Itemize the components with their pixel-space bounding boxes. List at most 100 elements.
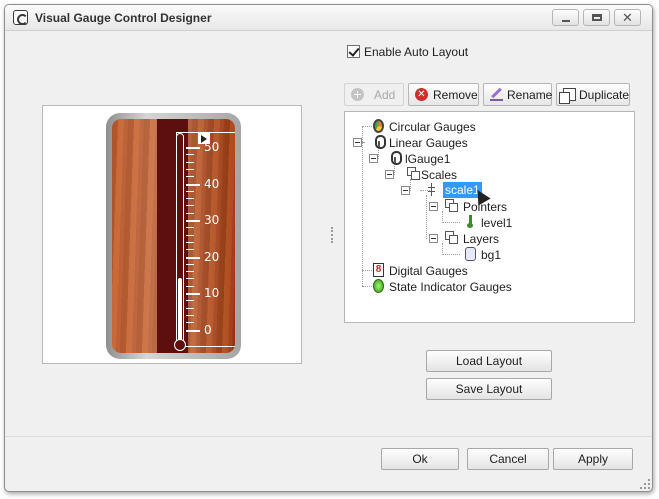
gauge-scale-frame <box>176 132 235 347</box>
minor-tick <box>186 154 194 156</box>
level-pointer-icon <box>467 215 478 229</box>
level-bulb <box>174 339 186 351</box>
major-tick <box>186 256 200 259</box>
major-tick <box>186 220 200 222</box>
tree-label: Digital Gauges <box>389 264 468 278</box>
tree-line <box>362 142 364 143</box>
major-tick <box>186 329 200 332</box>
circular-gauge-icon <box>373 119 384 133</box>
add-label: Add <box>374 88 396 102</box>
minor-tick <box>186 300 194 302</box>
layer-icon <box>465 247 476 261</box>
gauge-preview[interactable]: 50 40 30 20 10 0 <box>42 105 302 364</box>
major-tick <box>186 183 200 186</box>
load-layout-button[interactable]: Load Layout <box>426 350 552 372</box>
auto-layout-checkbox[interactable] <box>347 45 360 58</box>
add-icon <box>351 88 364 101</box>
resize-grip[interactable] <box>640 479 650 489</box>
scale-label: 10 <box>204 286 220 300</box>
scale-label: 0 <box>204 322 212 337</box>
collapse-icon[interactable] <box>429 202 438 211</box>
level-fill <box>178 278 182 346</box>
minor-tick <box>186 205 194 207</box>
major-tick <box>186 293 200 295</box>
tree-line <box>442 254 460 255</box>
linear-gauge-background: 50 40 30 20 10 0 <box>112 119 235 353</box>
pencil-icon <box>490 88 503 101</box>
maximize-icon <box>592 14 602 21</box>
designer-window: Visual Gauge Control Designer ✕ 50 40 30 20… <box>4 4 653 492</box>
collapse-icon[interactable] <box>353 138 362 147</box>
title-bar: Visual Gauge Control Designer ✕ <box>5 5 652 31</box>
tree-label: Linear Gauges <box>389 136 468 150</box>
tree-label: lGauge1 <box>405 152 451 166</box>
tree-label: Layers <box>463 232 500 246</box>
minor-tick <box>186 168 194 170</box>
close-button[interactable]: ✕ <box>614 9 641 26</box>
play-marker-icon <box>198 133 210 144</box>
digital-gauge-icon: 8 <box>373 263 384 277</box>
save-layout-button[interactable]: Save Layout <box>426 378 552 400</box>
remove-label: Remove <box>433 88 478 102</box>
rename-button[interactable]: Rename <box>483 83 552 106</box>
minor-tick <box>186 241 194 243</box>
footer-divider <box>5 436 652 437</box>
minimize-button[interactable] <box>552 9 579 26</box>
add-button[interactable]: Add <box>344 83 404 106</box>
app-icon <box>13 10 28 25</box>
remove-icon: ✕ <box>415 88 428 101</box>
tree-label: bg1 <box>481 248 502 262</box>
remove-button[interactable]: ✕ Remove <box>408 83 479 106</box>
minor-tick <box>186 234 194 236</box>
minimize-icon <box>562 20 570 22</box>
level-bar <box>174 133 186 351</box>
collection-icon <box>407 167 420 181</box>
duplicate-button[interactable]: Duplicate <box>556 83 630 106</box>
tree-line <box>426 195 427 239</box>
minor-tick <box>186 307 194 309</box>
minor-tick <box>186 249 194 251</box>
tree-label: Scales <box>421 168 458 182</box>
scale-icon <box>428 183 439 197</box>
maximize-button[interactable] <box>583 9 610 26</box>
tree-line <box>362 286 372 287</box>
cancel-button[interactable]: Cancel <box>467 448 549 470</box>
window-title: Visual Gauge Control Designer <box>35 11 212 25</box>
gauge-tree[interactable]: Circular Gauges Linear Gauges lGauge1 Sc… <box>344 111 635 323</box>
scale-label: 20 <box>204 249 220 264</box>
tree-line <box>362 126 372 127</box>
collapse-icon[interactable] <box>369 154 378 163</box>
minor-tick <box>186 161 194 163</box>
duplicate-icon <box>559 88 576 104</box>
tree-line <box>362 270 372 271</box>
state-indicator-icon <box>373 279 384 293</box>
tree-line <box>362 126 363 286</box>
linear-gauge-frame: 50 40 30 20 10 0 <box>106 113 241 359</box>
major-tick <box>186 147 200 149</box>
auto-layout-label: Enable Auto Layout <box>364 45 469 59</box>
apply-button[interactable]: Apply <box>553 448 633 470</box>
collapse-icon[interactable] <box>429 234 438 243</box>
collection-icon <box>445 199 458 213</box>
minor-tick <box>186 263 194 265</box>
collapse-icon[interactable] <box>401 186 410 195</box>
scale-label: 40 <box>204 176 220 191</box>
minor-tick <box>186 285 194 287</box>
minor-tick <box>186 314 194 316</box>
splitter-handle[interactable] <box>331 227 334 243</box>
minor-tick <box>186 322 194 324</box>
linear-gauge-icon <box>375 135 386 149</box>
tree-label: State Indicator Gauges <box>389 280 512 294</box>
minor-tick <box>186 271 194 273</box>
tree-label: level1 <box>481 216 513 230</box>
tree-label: Circular Gauges <box>389 120 476 134</box>
tree-line <box>442 222 460 223</box>
minor-tick <box>186 190 194 192</box>
duplicate-label: Duplicate <box>579 88 630 102</box>
rename-label: Rename <box>507 88 553 102</box>
tree-label: Pointers <box>463 200 508 214</box>
linear-gauge-icon <box>391 151 402 165</box>
ok-button[interactable]: Ok <box>381 448 459 470</box>
collapse-icon[interactable] <box>385 170 394 179</box>
scale-label: 30 <box>204 213 220 227</box>
